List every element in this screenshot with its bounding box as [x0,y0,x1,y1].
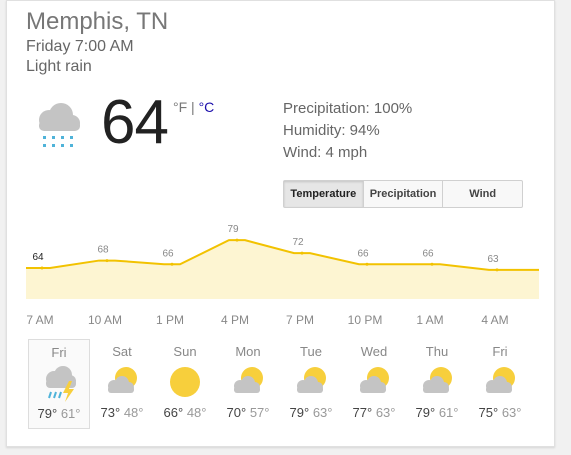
chart-point [40,266,44,270]
forecast-high: 75° [478,405,499,420]
forecast-day[interactable]: Wed 77° 63° [343,339,405,429]
chart-data-label: 66 [422,248,434,259]
chart-data-label: 79 [227,224,239,235]
humidity-text: Humidity: 94% [283,122,380,139]
forecast-temps: 70° 57° [217,405,279,420]
chart-point [170,262,174,266]
forecast-low: 63° [501,405,522,420]
forecast-low: 63° [312,405,333,420]
location-title: Memphis, TN [26,8,169,35]
hour-tick-label: 1 AM [416,313,444,327]
chart-point [300,251,304,255]
hour-tick-label: 4 PM [220,313,250,327]
forecast-high: 73° [100,405,121,420]
sunny-icon [170,367,200,397]
chart-data-label: 66 [162,248,174,259]
forecast-temps: 79° 61° [406,405,468,420]
forecast-day[interactable]: Sun 66° 48° [154,339,216,429]
forecast-day-name: Wed [360,344,388,359]
hour-tick-label: 4 AM [481,313,509,327]
forecast-day[interactable]: Fri 79° 61° [28,339,90,429]
forecast-temps: 75° 63° [469,405,531,420]
unit-switch: °F | °C [173,99,214,115]
forecast-temps: 66° 48° [154,405,216,420]
chart-point [105,259,109,263]
forecast-temps: 79° 61° [29,406,89,421]
chart-point [365,262,369,266]
chart-data-label: 72 [292,237,304,248]
forecast-low: 61° [438,405,459,420]
forecast-day[interactable]: Tue 79° 63° [280,339,342,429]
forecast-day[interactable]: Thu 79° 61° [406,339,468,429]
forecast-day-name: Thu [425,344,449,359]
forecast-day-name: Fri [51,345,67,360]
current-temperature: 64 [101,88,169,157]
forecast-low: 61° [60,406,81,421]
temperature-chart: 64 68 66 79 72 66 66 63 [26,224,539,299]
weather-card: Memphis, TN Friday 7:00 AM Light rain 64… [6,0,555,447]
forecast-high: 70° [226,405,247,420]
hour-tick-label: 7 PM [285,313,315,327]
partly-cloudy-icon [486,367,515,393]
partly-cloudy-icon [423,367,452,393]
forecast-high: 77° [352,405,373,420]
chart-data-label: 63 [487,254,499,265]
wind-text: Wind: 4 mph [283,144,368,161]
forecast-day-name: Sat [112,344,132,359]
hour-tick-label: 7 AM [26,313,54,327]
forecast-day-name: Mon [235,344,261,359]
unit-fahrenheit[interactable]: °F [173,99,187,115]
forecast-temps: 77° 63° [343,405,405,420]
forecast-high: 66° [163,405,184,420]
forecast-high: 79° [37,406,58,421]
forecast-day-name: Tue [300,344,322,359]
rain-thunder-icon [46,366,76,402]
hour-tick-label: 10 PM [347,313,383,327]
forecast-day-name: Sun [173,344,197,359]
forecast-high: 79° [415,405,436,420]
forecast-high: 79° [289,405,310,420]
condition-text: Light rain [26,58,92,75]
forecast-low: 63° [375,405,396,420]
partly-cloudy-icon [108,367,137,393]
forecast-day[interactable]: Mon 70° 57° [217,339,279,429]
tab-temperature[interactable]: Temperature [284,181,363,207]
forecast-temps: 79° 63° [280,405,342,420]
forecast-low: 57° [249,405,270,420]
forecast-day[interactable]: Fri 75° 63° [469,339,531,429]
forecast-low: 48° [186,405,207,420]
forecast-temps: 73° 48° [91,405,153,420]
partly-cloudy-icon [297,367,326,393]
partly-cloudy-icon [234,367,263,393]
chart-point [235,238,239,242]
rain-cloud-icon [39,103,80,147]
chart-data-label: 64 [32,252,44,263]
forecast-day[interactable]: Sat 73° 48° [91,339,153,429]
forecast-low: 48° [123,405,144,420]
tab-wind[interactable]: Wind [442,181,522,207]
chart-point [430,262,434,266]
chart-data-label: 68 [97,245,109,256]
partly-cloudy-icon [360,367,389,393]
chart-data-label: 66 [357,248,369,259]
weather-details: Precipitation: 100% Humidity: 94% Wind: … [283,98,412,164]
forecast-day-name: Fri [492,344,508,359]
chart-point [495,268,499,272]
chart-tabs: Temperature Precipitation Wind [283,180,523,208]
unit-celsius-link[interactable]: °C [199,99,215,115]
tab-precipitation[interactable]: Precipitation [362,181,443,207]
unit-separator: | [187,99,199,115]
date-time: Friday 7:00 AM [26,38,134,55]
precipitation-text: Precipitation: 100% [283,100,413,117]
hour-tick-label: 10 AM [87,313,123,327]
hour-tick-label: 1 PM [155,313,185,327]
